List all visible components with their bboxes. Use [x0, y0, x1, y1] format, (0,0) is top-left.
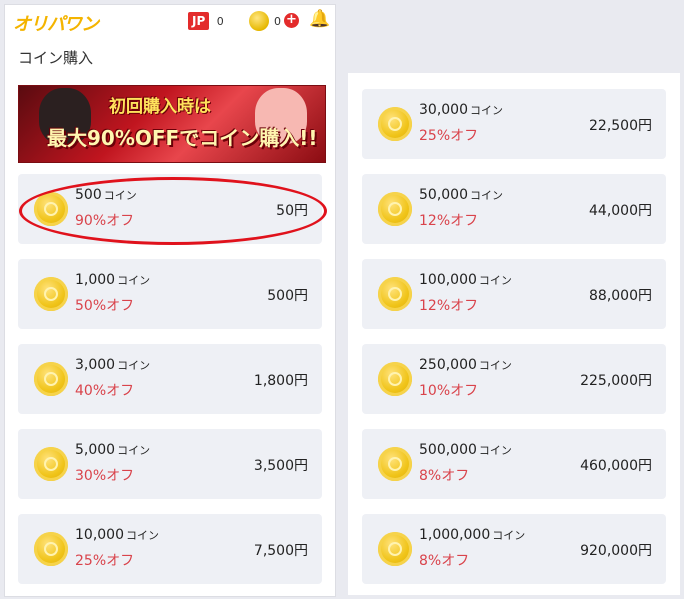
- coin-package-item[interactable]: 10,000 コイン 25%オフ 7,500円: [18, 514, 322, 584]
- coin-unit-label: コイン: [492, 529, 526, 542]
- discount-label: 30%オフ: [75, 468, 135, 484]
- price-label: 225,000円: [580, 373, 652, 389]
- site-logo[interactable]: オリパワン: [13, 10, 99, 36]
- coin-package-item[interactable]: 500,000 コイン 8%オフ 460,000円: [362, 429, 666, 499]
- price-label: 88,000円: [589, 288, 652, 304]
- discount-label: 50%オフ: [75, 298, 135, 314]
- discount-label: 25%オフ: [419, 128, 479, 144]
- coin-icon: [34, 362, 68, 396]
- coin-amount: 1,000 コイン: [75, 272, 150, 288]
- coin-unit-label: コイン: [470, 189, 503, 202]
- coin-amount: 30,000 コイン: [419, 102, 503, 118]
- price-label: 460,000円: [580, 458, 652, 474]
- coin-icon: [378, 107, 412, 141]
- discount-label: 25%オフ: [75, 553, 135, 569]
- first-purchase-banner[interactable]: 初回購入時は 最大90%OFFでコイン購入!!: [18, 85, 326, 163]
- coin-unit-label: コイン: [117, 444, 151, 457]
- coin-package-item[interactable]: 50,000 コイン 12%オフ 44,000円: [362, 174, 666, 244]
- coin-amount: 10,000 コイン: [75, 527, 159, 543]
- coin-unit-label: コイン: [478, 359, 512, 372]
- discount-label: 8%オフ: [419, 553, 470, 569]
- coin-amount-value: 3,000: [75, 357, 116, 373]
- coin-package-item[interactable]: 1,000 コイン 50%オフ 500円: [18, 259, 322, 329]
- coin-purchase-panel-left: オリパワン JP 0 0 + 🔔 コイン購入 初回購入時は 最大90%OFFでコ…: [4, 4, 336, 597]
- coin-icon: [34, 447, 68, 481]
- coin-icon: [249, 11, 269, 31]
- add-coins-icon[interactable]: +: [284, 13, 299, 28]
- price-label: 7,500円: [253, 543, 308, 559]
- coin-icon: [378, 362, 412, 396]
- coin-icon: [378, 277, 412, 311]
- coin-package-item[interactable]: 1,000,000 コイン 8%オフ 920,000円: [362, 514, 666, 584]
- coin-unit-label: コイン: [470, 104, 503, 117]
- coin-amount: 100,000 コイン: [419, 272, 512, 288]
- highlight-annotation: [19, 177, 327, 245]
- coin-amount-value: 100,000: [419, 272, 477, 288]
- discount-label: 12%オフ: [419, 298, 479, 314]
- discount-label: 12%オフ: [419, 213, 479, 229]
- coin-icon: [378, 447, 412, 481]
- coin-amount-value: 1,000: [75, 272, 116, 288]
- price-label: 3,500円: [253, 458, 308, 474]
- coin-amount-value: 50,000: [419, 187, 468, 203]
- coin-amount-value: 30,000: [419, 102, 468, 118]
- coin-amount: 50,000 コイン: [419, 187, 503, 203]
- coin-amount: 250,000 コイン: [419, 357, 512, 373]
- coin-unit-label: コイン: [117, 274, 151, 287]
- discount-label: 40%オフ: [75, 383, 135, 399]
- coin-icon: [34, 532, 68, 566]
- coin-package-item[interactable]: 3,000 コイン 40%オフ 1,800円: [18, 344, 322, 414]
- banner-headline: 初回購入時は: [109, 97, 211, 117]
- coin-unit-label: コイン: [117, 359, 151, 372]
- top-bar: オリパワン JP 0 0 + 🔔: [5, 5, 335, 39]
- coin-purchase-panel-right: 30,000 コイン 25%オフ 22,500円 50,000 コイン 12%オフ 44,00…: [348, 73, 680, 595]
- coin-icon: [378, 532, 412, 566]
- page-title: コイン購入: [18, 49, 94, 67]
- discount-label: 10%オフ: [419, 383, 479, 399]
- coin-amount-value: 5,000: [75, 442, 116, 458]
- jp-badge: JP: [188, 12, 210, 30]
- coin-icon: [34, 277, 68, 311]
- coin-amount-value: 1,000,000: [419, 527, 491, 543]
- coin-amount: 500,000 コイン: [419, 442, 512, 458]
- coin-package-item[interactable]: 30,000 コイン 25%オフ 22,500円: [362, 89, 666, 159]
- coin-amount-value: 10,000: [75, 527, 124, 543]
- price-label: 500円: [267, 288, 308, 304]
- price-label: 44,000円: [589, 203, 652, 219]
- coin-amount: 5,000 コイン: [75, 442, 150, 458]
- coin-balance: 0: [274, 15, 281, 28]
- banner-subheadline: 最大90%OFFでコイン購入!!: [47, 126, 318, 150]
- coin-unit-label: コイン: [478, 274, 512, 287]
- coin-amount: 1,000,000 コイン: [419, 527, 525, 543]
- coin-unit-label: コイン: [126, 529, 159, 542]
- coin-amount: 3,000 コイン: [75, 357, 150, 373]
- coin-package-item[interactable]: 5,000 コイン 30%オフ 3,500円: [18, 429, 322, 499]
- jp-count: 0: [216, 14, 224, 28]
- price-label: 22,500円: [589, 118, 652, 134]
- jp-points[interactable]: JP 0: [188, 11, 227, 31]
- price-label: 920,000円: [580, 543, 652, 559]
- discount-label: 8%オフ: [419, 468, 470, 484]
- coin-package-item[interactable]: 100,000 コイン 12%オフ 88,000円: [362, 259, 666, 329]
- coin-icon: [378, 192, 412, 226]
- price-label: 1,800円: [253, 373, 308, 389]
- coin-package-item[interactable]: 250,000 コイン 10%オフ 225,000円: [362, 344, 666, 414]
- bell-icon[interactable]: 🔔: [309, 9, 330, 29]
- coin-amount-value: 500,000: [419, 442, 477, 458]
- coin-unit-label: コイン: [478, 444, 512, 457]
- coin-amount-value: 250,000: [419, 357, 477, 373]
